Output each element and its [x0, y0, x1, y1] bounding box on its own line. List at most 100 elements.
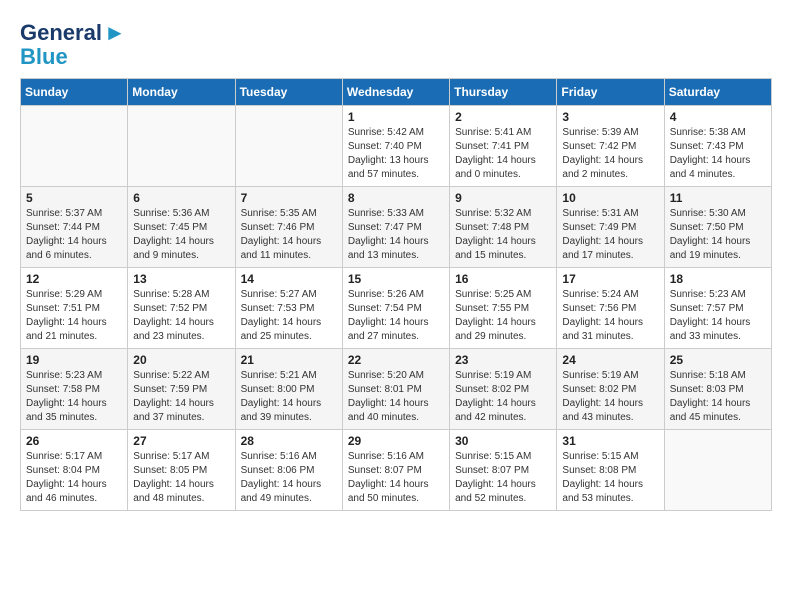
day-info: Sunrise: 5:27 AM Sunset: 7:53 PM Dayligh… — [241, 288, 337, 344]
day-number: 5 — [26, 191, 122, 205]
calendar-cell: 30 Sunrise: 5:15 AM Sunset: 8:07 PM Dayli… — [450, 430, 557, 511]
day-header-wednesday: Wednesday — [342, 79, 449, 106]
day-info: Sunrise: 5:32 AM Sunset: 7:48 PM Dayligh… — [455, 207, 551, 263]
day-info: Sunrise: 5:16 AM Sunset: 8:07 PM Dayligh… — [348, 450, 444, 506]
logo-arrow-icon: ► — [104, 20, 126, 46]
day-info: Sunrise: 5:16 AM Sunset: 8:06 PM Dayligh… — [241, 450, 337, 506]
day-info: Sunrise: 5:19 AM Sunset: 8:02 PM Dayligh… — [455, 369, 551, 425]
day-header-thursday: Thursday — [450, 79, 557, 106]
calendar-cell: 17Sunrise: 5:24 AM Sunset: 7:56 PM Dayli… — [557, 268, 664, 349]
day-info: Sunrise: 5:18 AM Sunset: 8:03 PM Dayligh… — [670, 369, 766, 425]
day-number: 25 — [670, 353, 766, 367]
day-number: 22 — [348, 353, 444, 367]
day-number: 9 — [455, 191, 551, 205]
calendar-cell: 31 Sunrise: 5:15 AM Sunset: 8:08 PM Dayli… — [557, 430, 664, 511]
day-number: 12 — [26, 272, 122, 286]
calendar-cell: 19Sunrise: 5:23 AM Sunset: 7:58 PM Dayli… — [21, 349, 128, 430]
day-number: 15 — [348, 272, 444, 286]
calendar-cell — [128, 106, 235, 187]
calendar-cell: 6Sunrise: 5:36 AM Sunset: 7:45 PM Daylig… — [128, 187, 235, 268]
day-info: Sunrise: 5:26 AM Sunset: 7:54 PM Dayligh… — [348, 288, 444, 344]
day-number: 18 — [670, 272, 766, 286]
day-headers-row: SundayMondayTuesdayWednesdayThursdayFrid… — [21, 79, 772, 106]
calendar-cell: 27 Sunrise: 5:17 AM Sunset: 8:05 PM Dayli… — [128, 430, 235, 511]
day-info: Sunrise: 5:17 AM Sunset: 8:04 PM Dayligh… — [26, 450, 122, 506]
week-row-5: 26 Sunrise: 5:17 AM Sunset: 8:04 PM Dayli… — [21, 430, 772, 511]
day-number: 20 — [133, 353, 229, 367]
day-info: Sunrise: 5:17 AM Sunset: 8:05 PM Dayligh… — [133, 450, 229, 506]
day-number: 30 — [455, 434, 551, 448]
week-row-2: 5 Sunrise: 5:37 AM Sunset: 7:44 PM Daylig… — [21, 187, 772, 268]
day-info: Sunrise: 5:35 AM Sunset: 7:46 PM Dayligh… — [241, 207, 337, 263]
calendar-cell: 5 Sunrise: 5:37 AM Sunset: 7:44 PM Daylig… — [21, 187, 128, 268]
day-number: 23 — [455, 353, 551, 367]
day-info: Sunrise: 5:24 AM Sunset: 7:56 PM Dayligh… — [562, 288, 658, 344]
calendar-cell: 8Sunrise: 5:33 AM Sunset: 7:47 PM Daylig… — [342, 187, 449, 268]
calendar-cell: 29 Sunrise: 5:16 AM Sunset: 8:07 PM Dayli… — [342, 430, 449, 511]
day-number: 24 — [562, 353, 658, 367]
calendar-cell: 20 Sunrise: 5:22 AM Sunset: 7:59 PM Dayli… — [128, 349, 235, 430]
day-number: 6 — [133, 191, 229, 205]
calendar-cell: 16Sunrise: 5:25 AM Sunset: 7:55 PM Dayli… — [450, 268, 557, 349]
day-number: 26 — [26, 434, 122, 448]
calendar-cell: 13Sunrise: 5:28 AM Sunset: 7:52 PM Dayli… — [128, 268, 235, 349]
day-header-tuesday: Tuesday — [235, 79, 342, 106]
week-row-4: 19Sunrise: 5:23 AM Sunset: 7:58 PM Dayli… — [21, 349, 772, 430]
day-info: Sunrise: 5:19 AM Sunset: 8:02 PM Dayligh… — [562, 369, 658, 425]
day-info: Sunrise: 5:15 AM Sunset: 8:08 PM Dayligh… — [562, 450, 658, 506]
calendar-cell — [235, 106, 342, 187]
calendar-cell: 10 Sunrise: 5:31 AM Sunset: 7:49 PM Dayli… — [557, 187, 664, 268]
day-info: Sunrise: 5:41 AM Sunset: 7:41 PM Dayligh… — [455, 126, 551, 182]
calendar-cell: 1 Sunrise: 5:42 AM Sunset: 7:40 PM Daylig… — [342, 106, 449, 187]
day-info: Sunrise: 5:23 AM Sunset: 7:57 PM Dayligh… — [670, 288, 766, 344]
calendar-cell: 11 Sunrise: 5:30 AM Sunset: 7:50 PM Dayli… — [664, 187, 771, 268]
day-number: 14 — [241, 272, 337, 286]
calendar-cell: 23 Sunrise: 5:19 AM Sunset: 8:02 PM Dayli… — [450, 349, 557, 430]
day-info: Sunrise: 5:21 AM Sunset: 8:00 PM Dayligh… — [241, 369, 337, 425]
day-number: 1 — [348, 110, 444, 124]
day-info: Sunrise: 5:22 AM Sunset: 7:59 PM Dayligh… — [133, 369, 229, 425]
calendar-cell: 22 Sunrise: 5:20 AM Sunset: 8:01 PM Dayli… — [342, 349, 449, 430]
day-info: Sunrise: 5:31 AM Sunset: 7:49 PM Dayligh… — [562, 207, 658, 263]
logo-general: General — [20, 22, 102, 44]
day-info: Sunrise: 5:38 AM Sunset: 7:43 PM Dayligh… — [670, 126, 766, 182]
calendar-cell: 15 Sunrise: 5:26 AM Sunset: 7:54 PM Dayli… — [342, 268, 449, 349]
page-header: General ► Blue — [20, 20, 772, 68]
day-number: 31 — [562, 434, 658, 448]
day-info: Sunrise: 5:15 AM Sunset: 8:07 PM Dayligh… — [455, 450, 551, 506]
day-number: 19 — [26, 353, 122, 367]
calendar-cell: 28 Sunrise: 5:16 AM Sunset: 8:06 PM Dayli… — [235, 430, 342, 511]
day-number: 16 — [455, 272, 551, 286]
calendar-cell: 12 Sunrise: 5:29 AM Sunset: 7:51 PM Dayli… — [21, 268, 128, 349]
calendar-cell: 7 Sunrise: 5:35 AM Sunset: 7:46 PM Daylig… — [235, 187, 342, 268]
calendar-cell: 3Sunrise: 5:39 AM Sunset: 7:42 PM Daylig… — [557, 106, 664, 187]
day-number: 13 — [133, 272, 229, 286]
calendar-cell: 24 Sunrise: 5:19 AM Sunset: 8:02 PM Dayli… — [557, 349, 664, 430]
day-info: Sunrise: 5:42 AM Sunset: 7:40 PM Dayligh… — [348, 126, 444, 182]
day-number: 28 — [241, 434, 337, 448]
calendar-cell: 21 Sunrise: 5:21 AM Sunset: 8:00 PM Dayli… — [235, 349, 342, 430]
day-info: Sunrise: 5:33 AM Sunset: 7:47 PM Dayligh… — [348, 207, 444, 263]
day-number: 11 — [670, 191, 766, 205]
day-number: 27 — [133, 434, 229, 448]
calendar-cell — [21, 106, 128, 187]
day-number: 21 — [241, 353, 337, 367]
day-info: Sunrise: 5:39 AM Sunset: 7:42 PM Dayligh… — [562, 126, 658, 182]
day-number: 7 — [241, 191, 337, 205]
day-info: Sunrise: 5:29 AM Sunset: 7:51 PM Dayligh… — [26, 288, 122, 344]
logo-blue: Blue — [20, 46, 68, 68]
week-row-1: 1 Sunrise: 5:42 AM Sunset: 7:40 PM Daylig… — [21, 106, 772, 187]
day-info: Sunrise: 5:20 AM Sunset: 8:01 PM Dayligh… — [348, 369, 444, 425]
day-header-sunday: Sunday — [21, 79, 128, 106]
calendar-cell: 26 Sunrise: 5:17 AM Sunset: 8:04 PM Dayli… — [21, 430, 128, 511]
calendar-cell: 18 Sunrise: 5:23 AM Sunset: 7:57 PM Dayli… — [664, 268, 771, 349]
calendar-cell — [664, 430, 771, 511]
day-info: Sunrise: 5:30 AM Sunset: 7:50 PM Dayligh… — [670, 207, 766, 263]
day-number: 10 — [562, 191, 658, 205]
calendar-cell: 25 Sunrise: 5:18 AM Sunset: 8:03 PM Dayli… — [664, 349, 771, 430]
day-number: 29 — [348, 434, 444, 448]
day-number: 2 — [455, 110, 551, 124]
day-info: Sunrise: 5:37 AM Sunset: 7:44 PM Dayligh… — [26, 207, 122, 263]
day-number: 4 — [670, 110, 766, 124]
calendar-cell: 9 Sunrise: 5:32 AM Sunset: 7:48 PM Daylig… — [450, 187, 557, 268]
